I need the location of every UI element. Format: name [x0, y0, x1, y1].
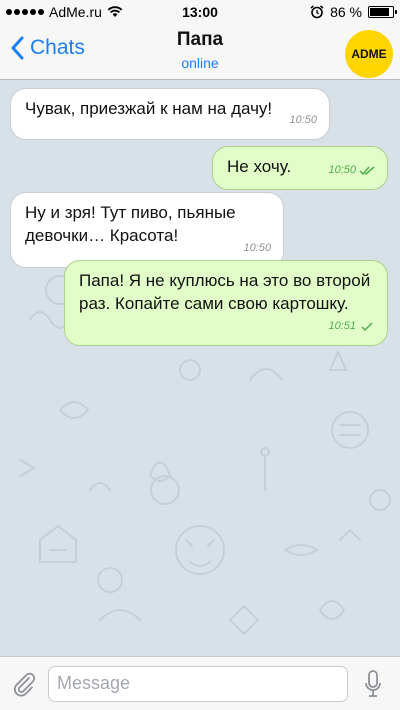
message-bubble-outgoing[interactable]: Не хочу. 10:50 — [212, 146, 388, 190]
avatar-text: ADME — [351, 47, 387, 61]
battery-level-fill — [370, 8, 389, 16]
signal-dots-icon — [6, 9, 44, 15]
message-input[interactable] — [48, 665, 348, 702]
status-bar: AdMe.ru 13:00 86 % — [0, 0, 400, 24]
message-time: 10:50 — [328, 164, 356, 176]
message-text: Ну и зря! Тут пиво, пьяные девочки… Крас… — [25, 203, 236, 245]
contact-name: Папа — [176, 29, 224, 50]
contact-status: online — [181, 55, 219, 71]
carrier-name: AdMe.ru — [49, 4, 102, 20]
message-time: 10:51 — [328, 320, 356, 332]
check-icon — [361, 321, 373, 331]
message-time: 10:50 — [289, 114, 317, 126]
message-bubble-incoming[interactable]: Ну и зря! Тут пиво, пьяные девочки… Крас… — [10, 192, 284, 268]
message-bubble-outgoing[interactable]: Папа! Я не куплюсь на это во второй раз.… — [64, 260, 388, 346]
battery-icon — [368, 6, 397, 18]
wifi-icon — [107, 6, 123, 17]
microphone-icon[interactable] — [363, 669, 383, 699]
message-list[interactable]: Чувак, приезжай к нам на дачу! 10:50 Не … — [0, 80, 400, 656]
avatar[interactable]: ADME — [345, 30, 393, 78]
battery-percent: 86 % — [330, 4, 362, 20]
message-composer — [0, 656, 400, 710]
message-text: Папа! Я не куплюсь на это во второй раз.… — [79, 271, 371, 313]
chat-header: Chats Папа online ADME — [0, 24, 400, 80]
double-check-icon — [359, 165, 375, 175]
alarm-icon — [310, 5, 324, 19]
paperclip-icon[interactable] — [10, 670, 38, 698]
message-text: Не хочу. — [227, 157, 292, 176]
message-bubble-incoming[interactable]: Чувак, приезжай к нам на дачу! 10:50 — [10, 88, 330, 140]
message-time: 10:50 — [243, 242, 271, 254]
message-text: Чувак, приезжай к нам на дачу! — [25, 99, 273, 118]
